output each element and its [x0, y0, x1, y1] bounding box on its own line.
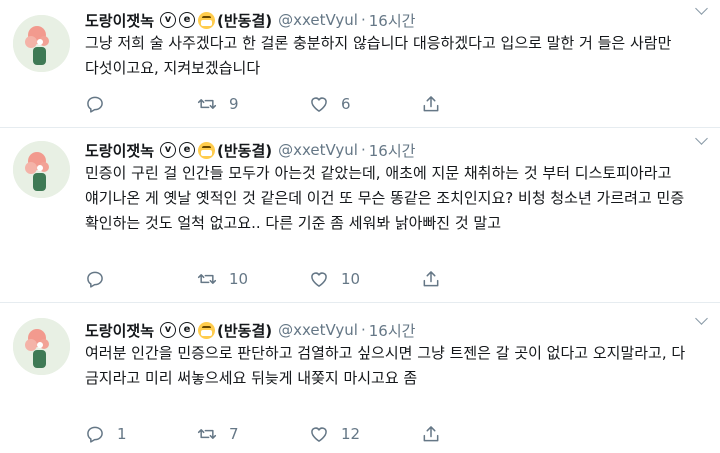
retweet-button[interactable]: 9 — [197, 94, 309, 114]
display-name-suffix[interactable]: (반동결) — [217, 10, 272, 31]
retweet-icon — [197, 424, 217, 444]
mask-emoji-icon — [198, 321, 216, 339]
reply-count: 1 — [117, 425, 127, 443]
reply-button[interactable]: 1 — [85, 424, 197, 444]
retweet-count: 7 — [229, 425, 239, 443]
display-name[interactable]: 도랑이잿녹 — [85, 320, 154, 341]
display-name[interactable]: 도랑이잿녹 — [85, 140, 154, 161]
mask-emoji-icon — [198, 11, 216, 29]
share-button[interactable] — [421, 94, 533, 114]
user-handle[interactable]: @xxetVyul — [278, 141, 358, 159]
tweet[interactable]: 도랑이잿녹 v e (반동결) @xxetVyul · 16시간 그냥 저희 술… — [0, 0, 720, 128]
like-count: 10 — [341, 270, 361, 288]
avatar[interactable] — [13, 15, 70, 72]
like-button[interactable]: 10 — [309, 269, 421, 289]
reply-button[interactable] — [85, 94, 197, 114]
separator-dot: · — [360, 321, 366, 339]
retweet-count: 10 — [229, 270, 249, 288]
retweet-icon — [197, 94, 217, 114]
v-badge-icon: v — [160, 12, 177, 28]
avatar[interactable] — [13, 141, 70, 198]
retweet-button[interactable]: 10 — [197, 269, 309, 289]
share-icon — [421, 424, 441, 444]
reply-icon — [85, 269, 105, 289]
separator-dot: · — [360, 141, 366, 159]
display-name-suffix[interactable]: (반동결) — [217, 140, 272, 161]
display-name[interactable]: 도랑이잿녹 — [85, 10, 154, 31]
separator-dot: · — [360, 11, 366, 29]
timestamp[interactable]: 16시간 — [369, 320, 416, 341]
like-icon — [309, 269, 329, 289]
v-badge-icon: v — [160, 322, 177, 338]
share-icon — [421, 94, 441, 114]
reply-icon — [85, 94, 105, 114]
tweet-text: 민증이 구린 걸 인간들 모두가 아는것 같았는데, 애초에 지문 채취하는 것… — [85, 164, 685, 232]
like-button[interactable]: 12 — [309, 424, 421, 444]
retweet-button[interactable]: 7 — [197, 424, 309, 444]
share-button[interactable] — [421, 424, 533, 444]
avatar[interactable] — [13, 318, 70, 375]
tweet[interactable]: 도랑이잿녹 v e (반동결) @xxetVyul · 16시간 민증이 구린 … — [0, 128, 720, 303]
like-count: 12 — [341, 425, 361, 443]
share-button[interactable] — [421, 269, 533, 289]
tweet[interactable]: 도랑이잿녹 v e (반동결) @xxetVyul · 16시간 여러분 인간을… — [0, 303, 720, 453]
user-handle[interactable]: @xxetVyul — [278, 11, 358, 29]
e-badge-icon: e — [179, 142, 196, 158]
timestamp[interactable]: 16시간 — [369, 10, 416, 31]
tweet-text: 그냥 저희 술 사주겠다고 한 걸론 충분하지 않습니다 대응하겠다고 입으로 … — [85, 34, 672, 77]
retweet-count: 9 — [229, 95, 239, 113]
v-badge-icon: v — [160, 142, 177, 158]
e-badge-icon: e — [179, 322, 196, 338]
mask-emoji-icon — [198, 141, 216, 159]
display-name-suffix[interactable]: (반동결) — [217, 320, 272, 341]
e-badge-icon: e — [179, 12, 196, 28]
retweet-icon — [197, 269, 217, 289]
like-count: 6 — [341, 95, 351, 113]
chevron-down-icon[interactable] — [695, 2, 708, 15]
tweet-text: 여러분 인간을 민증으로 판단하고 검열하고 싶으시면 그냥 트젠은 갈 곳이 … — [85, 344, 686, 387]
share-icon — [421, 269, 441, 289]
chevron-down-icon[interactable] — [695, 312, 708, 325]
like-button[interactable]: 6 — [309, 94, 421, 114]
chevron-down-icon[interactable] — [695, 132, 708, 145]
like-icon — [309, 424, 329, 444]
reply-button[interactable] — [85, 269, 197, 289]
user-handle[interactable]: @xxetVyul — [278, 321, 358, 339]
timestamp[interactable]: 16시간 — [369, 140, 416, 161]
reply-icon — [85, 424, 105, 444]
like-icon — [309, 94, 329, 114]
